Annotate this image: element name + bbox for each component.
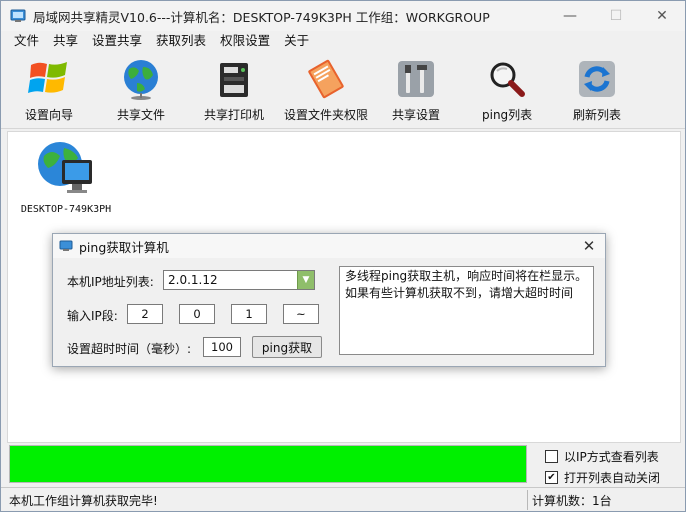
- share-printer-label: 共享打印机: [204, 108, 265, 122]
- share-printer-button[interactable]: 共享打印机: [204, 55, 264, 123]
- refresh-list-button[interactable]: 刷新列表: [573, 55, 621, 123]
- computer-name: DESKTOP-749K3PH: [20, 204, 112, 215]
- view-by-ip-checkbox[interactable]: [545, 450, 558, 463]
- magnifier-icon: [483, 55, 531, 103]
- main-window: 局域网共享精灵V10.6---计算机名：DESKTOP-749K3PH 工作组：…: [0, 0, 686, 512]
- menu-about[interactable]: 关于: [277, 31, 316, 51]
- ping-list-label: ping列表: [482, 108, 533, 122]
- dialog-title: ping获取计算机: [79, 239, 169, 255]
- ip-list-label: 本机IP地址列表:: [67, 275, 154, 289]
- status-divider: [527, 490, 528, 510]
- status-bar: 本机工作组计算机获取完毕! 计算机数：1台: [1, 487, 685, 511]
- timeout-input[interactable]: 100: [203, 337, 241, 357]
- ip-part-range-input[interactable]: ~: [283, 304, 319, 324]
- tools-icon: [392, 55, 440, 103]
- ping-get-button[interactable]: ping获取: [252, 336, 322, 358]
- auto-close-label: 打开列表自动关闭: [564, 471, 661, 485]
- close-button[interactable]: ✕: [639, 1, 685, 31]
- menu-share[interactable]: 共享: [46, 31, 85, 51]
- toolbar: 设置向导 共享文件 共享打印机 设置文件夹权限 共享设置 ping列表 刷新列表: [1, 51, 685, 129]
- view-by-ip-label: 以IP方式查看列表: [564, 450, 659, 464]
- menu-file[interactable]: 文件: [7, 31, 46, 51]
- refresh-list-label: 刷新列表: [573, 108, 622, 122]
- ip-list-select[interactable]: 2.0.1.12 ▼: [163, 270, 315, 290]
- menu-permissions[interactable]: 权限设置: [213, 31, 277, 51]
- menu-bar: 文件 共享 设置共享 获取列表 权限设置 关于: [1, 31, 685, 51]
- auto-close-checkbox[interactable]: ✔: [545, 471, 558, 484]
- menu-set-share[interactable]: 设置共享: [85, 31, 149, 51]
- window-title: 局域网共享精灵V10.6---计算机名：DESKTOP-749K3PH 工作组：…: [33, 9, 490, 25]
- folder-book-icon: [302, 55, 350, 103]
- ping-message-box: 多线程ping获取主机，响应时间将在栏显示。如果有些计算机获取不到，请增大超时时…: [339, 266, 594, 355]
- progress-bar: [9, 445, 527, 483]
- folder-permissions-button[interactable]: 设置文件夹权限: [284, 55, 368, 123]
- share-files-button[interactable]: 共享文件: [117, 55, 165, 123]
- refresh-icon: [573, 55, 621, 103]
- ping-dialog: ping获取计算机 ✕ 本机IP地址列表: 2.0.1.12 ▼ 输入IP段: …: [52, 233, 606, 367]
- maximize-button[interactable]: ☐: [593, 1, 639, 31]
- share-files-label: 共享文件: [117, 108, 166, 122]
- app-icon: [10, 8, 26, 24]
- status-message: 本机工作组计算机获取完毕!: [9, 494, 158, 508]
- option-auto-close[interactable]: ✔ 打开列表自动关闭: [545, 469, 660, 486]
- chevron-down-icon[interactable]: ▼: [297, 271, 314, 289]
- share-settings-button[interactable]: 共享设置: [392, 55, 440, 123]
- ip-part-2-input[interactable]: 0: [179, 304, 215, 324]
- option-view-by-ip[interactable]: 以IP方式查看列表: [545, 448, 659, 465]
- ip-list-value: 2.0.1.12: [168, 273, 218, 287]
- title-bar[interactable]: 局域网共享精灵V10.6---计算机名：DESKTOP-749K3PH 工作组：…: [1, 1, 685, 31]
- folder-permissions-label: 设置文件夹权限: [284, 108, 369, 122]
- dialog-app-icon: [59, 240, 73, 251]
- globe-icon: [117, 55, 165, 103]
- printer-icon: [210, 55, 258, 103]
- windows-logo-icon: [25, 55, 73, 103]
- setup-wizard-label: 设置向导: [25, 108, 74, 122]
- ip-segment-label: 输入IP段:: [67, 309, 118, 323]
- ip-part-1-input[interactable]: 2: [127, 304, 163, 324]
- share-settings-label: 共享设置: [392, 108, 441, 122]
- minimize-button[interactable]: —: [547, 1, 593, 31]
- setup-wizard-button[interactable]: 设置向导: [25, 55, 73, 123]
- timeout-label: 设置超时时间（毫秒）:: [67, 342, 192, 356]
- dialog-close-button[interactable]: ✕: [579, 236, 599, 256]
- computer-item[interactable]: DESKTOP-749K3PH: [16, 136, 116, 215]
- computer-count: 计算机数：1台: [532, 494, 612, 508]
- ip-part-3-input[interactable]: 1: [231, 304, 267, 324]
- ping-list-button[interactable]: ping列表: [482, 55, 532, 123]
- dialog-title-bar[interactable]: ping获取计算机 ✕: [53, 234, 605, 258]
- network-computer-icon: [38, 142, 92, 193]
- menu-get-list[interactable]: 获取列表: [149, 31, 213, 51]
